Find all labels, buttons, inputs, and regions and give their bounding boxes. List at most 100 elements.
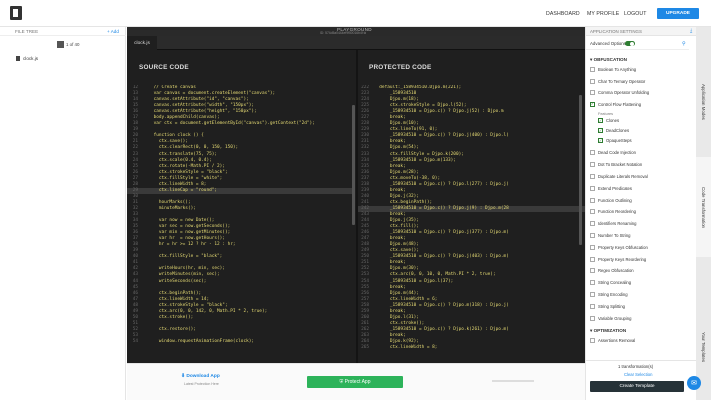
add-file-button[interactable]: + Add (107, 29, 119, 34)
option-label: Extend Predicates (598, 185, 632, 191)
checkbox[interactable]: ✓ (598, 138, 603, 144)
upgrade-button[interactable]: UPGRADE (657, 8, 699, 19)
checkbox[interactable] (590, 338, 595, 344)
option-boolean-to-anything[interactable]: Boolean To Anything (590, 67, 636, 72)
search-icon[interactable]: ⚲ (682, 41, 686, 47)
clear-selection-link[interactable]: Clear Selection (624, 372, 652, 377)
checkbox[interactable] (590, 256, 595, 262)
checkbox[interactable] (590, 67, 595, 72)
option-string-concealing[interactable]: String Concealing (590, 280, 632, 286)
source-code-editor[interactable]: 12 // Create canvas 13 var canvas = docum… (127, 85, 354, 375)
option-dot-to-bracket-notation[interactable]: Dot To Bracket Notation (590, 162, 643, 168)
option-property-keys-reordering[interactable]: Property Keys Reordering (590, 256, 647, 262)
file-item-clock[interactable]: clock.js (23, 56, 38, 61)
code-text: writeSeconds(sec); (143, 278, 207, 284)
option-function-outlining[interactable]: Function Outlining (590, 197, 632, 203)
option-number-to-string[interactable]: Number To String (590, 233, 631, 238)
progress-slider (492, 380, 534, 382)
source-scrollbar[interactable] (352, 105, 355, 225)
option-label: Identifiers Renaming (598, 221, 637, 227)
tab-code-transformation[interactable]: Code Transformation (696, 157, 711, 257)
checkbox[interactable] (590, 162, 595, 168)
option-label: Property Keys Reordering (598, 256, 647, 262)
option-comma-operator-unfolding[interactable]: Comma Operator Unfolding (590, 90, 649, 96)
checkbox[interactable] (590, 292, 595, 297)
option-control-flow-flattening[interactable]: ✓ Control Flow Flattening (590, 101, 641, 107)
code-text: hr = hr >= 12 ? hr - 12 : hr; (143, 242, 236, 248)
code-text: ctx.lineCap = "round"; (143, 187, 218, 193)
option-label: Regex Obfuscation (598, 268, 634, 274)
tab-application-modes[interactable]: Application Modes (696, 72, 711, 132)
optimization-section-header[interactable]: ▾ OPTIMIZATION (590, 328, 626, 334)
checkbox[interactable] (590, 197, 595, 203)
nav-my-profile[interactable]: MY PROFILE (587, 11, 619, 17)
code-text: var ctx = document.getElementById("canva… (143, 121, 315, 127)
checkbox[interactable]: ✓ (590, 101, 595, 107)
protected-code-viewer[interactable]: 222 default:_158934510.Djpo.m(221); 223 _… (358, 85, 585, 375)
checkbox[interactable] (590, 90, 595, 96)
option-identifiers-renaming[interactable]: Identifiers Renaming (590, 221, 637, 227)
checkbox[interactable] (590, 268, 595, 274)
app-logo[interactable] (10, 6, 22, 20)
code-text: ctx.stroke(); (143, 314, 194, 320)
advanced-options-toggle[interactable] (625, 41, 635, 46)
option-extend-predicates[interactable]: Extend Predicates (590, 185, 632, 191)
checkbox[interactable] (590, 150, 595, 156)
download-icon[interactable]: ⤓ (690, 28, 692, 34)
download-app-link[interactable]: ⬇ Download App (181, 374, 220, 379)
chat-icon[interactable]: ✉ (687, 376, 701, 390)
checkbox[interactable] (590, 209, 595, 215)
option-opaquesteps[interactable]: ✓ OpaqueSteps (598, 138, 632, 144)
option-dead-code-injection[interactable]: Dead Code Injection (590, 150, 636, 156)
protected-scrollbar[interactable] (579, 95, 582, 245)
file-count: 1 of 40 (66, 42, 80, 47)
protect-app-button[interactable]: ⛨ Protect App (307, 376, 403, 388)
advanced-options-row: Advanced Options ⚲ (586, 38, 689, 50)
checkbox[interactable] (590, 303, 595, 309)
option-string-splitting[interactable]: String Splitting (590, 303, 625, 309)
checkbox[interactable]: ✓ (598, 118, 603, 124)
checkbox[interactable] (590, 174, 595, 179)
checkbox[interactable] (590, 233, 595, 238)
option-regex-obfuscation[interactable]: Regex Obfuscation (590, 268, 634, 274)
obfuscation-section-header[interactable]: ▾ OBFUSCATION (590, 57, 627, 63)
option-label: Function Reordering (598, 209, 636, 215)
folder-icon (57, 41, 64, 48)
nav-logout[interactable]: LOGOUT (624, 11, 647, 17)
option-deadclones[interactable]: ✓ DeadClones (598, 128, 629, 134)
tab-label: Your Templates (701, 331, 706, 363)
code-text: minuteMarks(); (143, 205, 196, 211)
option-string-encoding[interactable]: String Encoding (590, 292, 628, 297)
checkbox[interactable]: ✓ (598, 128, 603, 134)
option-function-reordering[interactable]: Function Reordering (590, 209, 636, 215)
checkbox[interactable] (590, 280, 595, 286)
option-char-to-ternary-operator[interactable]: Char To Ternary Operator (590, 78, 645, 84)
tab-clock-js[interactable]: clock.js (127, 36, 157, 50)
code-text: window.requestAnimationFrame(clock); (143, 338, 255, 344)
option-duplicate-literals-removal[interactable]: Duplicate Literals Removal (590, 174, 648, 179)
option-label: Number To String (598, 233, 631, 238)
top-navbar: DASHBOARD MY PROFILE LOGOUT UPGRADE (0, 0, 711, 27)
create-template-button[interactable]: Create Template (590, 381, 684, 392)
checkbox[interactable] (590, 221, 595, 227)
option-label: String Splitting (598, 303, 625, 309)
checkbox[interactable] (590, 185, 595, 191)
settings-header: APPLICATION SETTINGS ⤓ (586, 27, 697, 36)
option-clones[interactable]: ✓ Clones (598, 118, 619, 124)
option-label: Variable Grouping (598, 315, 632, 321)
tab-your-templates[interactable]: Your Templates (696, 317, 711, 377)
nav-dashboard[interactable]: DASHBOARD (546, 11, 580, 17)
checkbox[interactable] (590, 315, 595, 321)
side-tab-strip: Application Modes Code Transformation Yo… (696, 27, 711, 400)
playground-id[interactable]: ID: 574d5a0444ef9f50016b4f ⧉ (320, 31, 366, 35)
option-label: Dot To Bracket Notation (598, 162, 643, 168)
file-tree-title: FILE TREE (15, 29, 39, 34)
checkbox[interactable] (590, 244, 595, 250)
option-property-keys-obfuscation[interactable]: Property Keys Obfuscation (590, 244, 648, 250)
option-assertions-removal[interactable]: Assertions Removal (590, 338, 635, 344)
editor-area: PLAYGROUND ID: 574d5a0444ef9f50016b4f ⧉ … (127, 27, 585, 400)
option-variable-grouping[interactable]: Variable Grouping (590, 315, 632, 321)
option-label: String Concealing (598, 280, 632, 286)
checkbox[interactable] (590, 78, 595, 84)
code-line: 54 window.requestAnimationFrame(clock); (127, 339, 354, 345)
